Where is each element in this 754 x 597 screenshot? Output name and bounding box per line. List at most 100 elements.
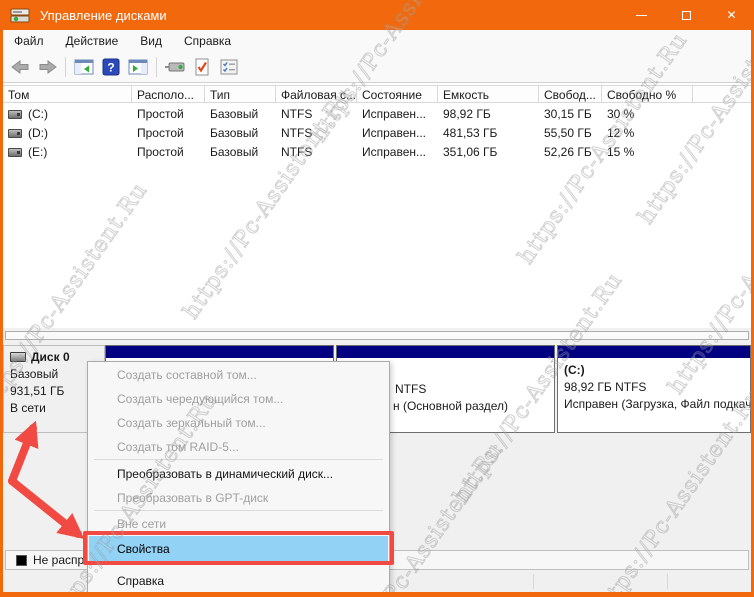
- checklist-icon: [220, 59, 238, 75]
- svg-text:?: ?: [107, 61, 114, 75]
- cell-filesystem: NTFS: [281, 107, 313, 121]
- toolbar-separator: [65, 57, 66, 77]
- table-row-volume-c[interactable]: (C:) Простой Базовый NTFS Исправен... 98…: [3, 104, 751, 123]
- device-view-button[interactable]: [163, 55, 187, 79]
- status-separator: [533, 574, 534, 589]
- cell-capacity: 351,06 ГБ: [443, 145, 498, 159]
- menu-help[interactable]: Справка: [173, 30, 242, 52]
- device-view-icon: [165, 62, 185, 72]
- status-separator: [667, 574, 668, 589]
- cell-free-pct: 30 %: [607, 107, 635, 121]
- back-arrow-icon: [10, 60, 28, 74]
- menu-item-convert-gpt: Преобразовать в GPT-диск: [117, 491, 269, 505]
- cell-capacity: 98,92 ГБ: [443, 107, 491, 121]
- menu-item-create-raid5: Создать том RAID-5...: [117, 440, 239, 454]
- menu-separator: [94, 459, 383, 460]
- menu-separator: [94, 510, 383, 511]
- table-row-volume-e[interactable]: (E:) Простой Базовый NTFS Исправен... 35…: [3, 142, 751, 161]
- menubar: Файл Действие Вид Справка: [3, 30, 751, 52]
- maximize-button[interactable]: [664, 0, 709, 30]
- partition-fs-text: NTFS: [395, 382, 427, 396]
- partition-size-fs: 98,92 ГБ NTFS: [564, 380, 647, 394]
- disk-icon: [10, 352, 26, 362]
- disk-management-window: Управление дисками ✕ Файл Действие Вид С…: [0, 0, 754, 597]
- column-header-type[interactable]: Тип: [205, 86, 276, 102]
- checklist-button[interactable]: [217, 55, 241, 79]
- cell-filesystem: NTFS: [281, 126, 313, 140]
- cell-status: Исправен...: [362, 145, 427, 159]
- volume-icon: [8, 110, 22, 119]
- volume-list-pane: Том Располо... Тип Файловая с... Состоян…: [3, 83, 751, 328]
- cell-free: 30,15 ГБ: [544, 107, 592, 121]
- disk-name: Диск 0: [31, 350, 70, 364]
- cell-status: Исправен...: [362, 107, 427, 121]
- menu-file[interactable]: Файл: [3, 30, 55, 52]
- column-header-free[interactable]: Свобод...: [539, 86, 602, 102]
- column-header-capacity[interactable]: Емкость: [438, 86, 539, 102]
- help-icon: ?: [102, 58, 120, 76]
- check-document-icon: [195, 58, 209, 76]
- column-header-free-pct[interactable]: Свободно %: [602, 86, 693, 102]
- volume-icon: [8, 148, 22, 157]
- column-header-status[interactable]: Состояние: [357, 86, 438, 102]
- cell-filesystem: NTFS: [281, 145, 313, 159]
- menu-item-convert-dynamic[interactable]: Преобразовать в динамический диск...: [89, 462, 388, 486]
- close-icon: ✕: [726, 8, 737, 22]
- partition-status-text: Исправен (Загрузка, Файл подкач: [564, 397, 750, 411]
- window-border: [0, 0, 3, 597]
- show-console-tree-button[interactable]: [72, 55, 96, 79]
- menu-view[interactable]: Вид: [129, 30, 173, 52]
- minimize-button[interactable]: [619, 0, 664, 30]
- column-header-volume[interactable]: Том: [3, 86, 132, 102]
- cell-type: Базовый: [210, 107, 259, 121]
- toolbar-separator: [156, 57, 157, 77]
- splitter-handle[interactable]: [5, 331, 749, 340]
- cell-status: Исправен...: [362, 126, 427, 140]
- cell-free-pct: 15 %: [607, 145, 635, 159]
- cell-layout: Простой: [137, 107, 184, 121]
- back-button[interactable]: [8, 55, 32, 79]
- cell-layout: Простой: [137, 145, 184, 159]
- table-row-volume-d[interactable]: (D:) Простой Базовый NTFS Исправен... 48…: [3, 123, 751, 142]
- menu-action[interactable]: Действие: [55, 30, 130, 52]
- column-header-filesystem[interactable]: Файловая с...: [276, 86, 357, 102]
- menu-item-help[interactable]: Справка: [89, 569, 388, 593]
- partition-color-bar: [558, 346, 750, 358]
- close-button[interactable]: ✕: [709, 0, 754, 30]
- partition-status-text: н (Основной раздел): [393, 399, 509, 413]
- show-action-pane-button[interactable]: [126, 55, 150, 79]
- cell-layout: Простой: [137, 126, 184, 140]
- menu-item-create-striped: Создать чередующийся том...: [117, 392, 284, 406]
- partition-color-bar: [337, 346, 554, 358]
- menu-item-create-mirrored: Создать зеркальный том...: [117, 416, 266, 430]
- cell-free: 52,26 ГБ: [544, 145, 592, 159]
- pane-splitter[interactable]: [3, 328, 751, 345]
- cell-free: 55,50 ГБ: [544, 126, 592, 140]
- cell-capacity: 481,53 ГБ: [443, 126, 498, 140]
- check-document-button[interactable]: [190, 55, 214, 79]
- menu-item-create-spanned: Создать составной том...: [117, 368, 257, 382]
- show-console-tree-icon: [74, 59, 94, 75]
- volume-list-header: Том Располо... Тип Файловая с... Состоян…: [3, 85, 751, 103]
- cell-type: Базовый: [210, 126, 259, 140]
- disk0-partition-c[interactable]: (C:) 98,92 ГБ NTFS Исправен (Загрузка, Ф…: [557, 345, 751, 433]
- annotation-highlight-box: [83, 531, 394, 565]
- partition-letter: (C:): [564, 363, 585, 377]
- minimize-icon: [636, 14, 647, 16]
- partition-color-bar: [106, 346, 333, 358]
- titlebar: Управление дисками ✕: [0, 0, 754, 30]
- disk-drive-icon: [10, 8, 30, 22]
- forward-button[interactable]: [35, 55, 59, 79]
- cell-free-pct: 12 %: [607, 126, 635, 140]
- volume-label: (D:): [28, 126, 48, 140]
- toolbar: ?: [3, 52, 751, 83]
- window-border: [0, 592, 754, 597]
- window-title: Управление дисками: [40, 7, 167, 23]
- maximize-icon: [682, 10, 691, 20]
- volume-label: (E:): [28, 145, 48, 159]
- show-action-pane-icon: [128, 59, 148, 75]
- help-button[interactable]: ?: [99, 55, 123, 79]
- column-header-layout[interactable]: Располо...: [132, 86, 205, 102]
- volume-label: (C:): [28, 107, 48, 121]
- volume-icon: [8, 129, 22, 138]
